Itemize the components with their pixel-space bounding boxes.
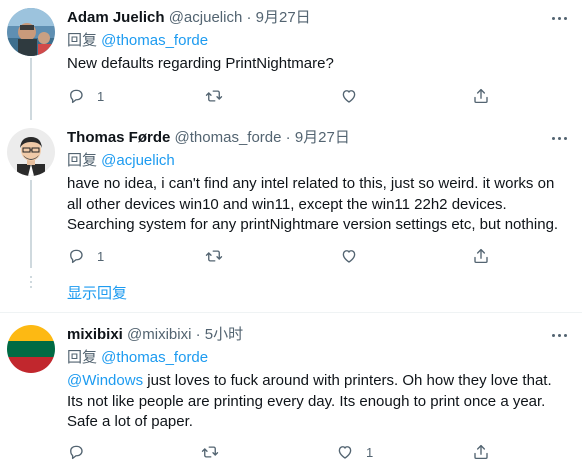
tweet-header: mixibixi @mixibixi · 5小时 <box>67 325 574 345</box>
heart-icon <box>342 250 356 263</box>
retweet-icon <box>205 90 223 102</box>
separator-dot: · <box>246 9 252 26</box>
user-handle[interactable]: @mixibixi <box>127 326 191 343</box>
reply-button[interactable] <box>67 442 97 462</box>
reply-icon <box>70 89 83 104</box>
tweet-header: Adam Juelich @acjuelich · 9月27日 <box>67 8 574 28</box>
retweet-icon <box>205 250 223 262</box>
show-replies-link[interactable]: 显示回复 <box>67 284 127 304</box>
reply-mention-link[interactable]: @acjuelich <box>101 152 175 169</box>
more-icon[interactable] <box>546 128 572 148</box>
reply-icon <box>70 249 83 264</box>
reply-prefix: 回复 <box>67 349 102 366</box>
share-button[interactable] <box>472 442 490 462</box>
reply-icon <box>70 445 83 460</box>
share-icon <box>474 248 488 264</box>
separator-dot: · <box>285 129 291 146</box>
reply-button[interactable]: 1 <box>67 86 104 106</box>
reply-prefix: 回复 <box>67 152 102 169</box>
like-button[interactable] <box>340 86 370 106</box>
share-button[interactable] <box>472 246 490 266</box>
display-name[interactable]: mixibixi <box>67 326 123 343</box>
user-handle[interactable]: @acjuelich <box>169 9 243 26</box>
avatar[interactable] <box>7 128 55 176</box>
share-icon <box>474 444 488 460</box>
reply-mention-link[interactable]: @thomas_forde <box>101 32 208 49</box>
tweet[interactable]: Adam Juelich @acjuelich · 9月27日 回复 @thom… <box>0 0 582 120</box>
separator-dot: · <box>195 326 201 343</box>
display-name[interactable]: Adam Juelich <box>67 9 165 26</box>
like-button[interactable] <box>340 246 370 266</box>
timestamp[interactable]: 9月27日 <box>256 9 311 26</box>
tweet-actions: 1 <box>67 86 497 106</box>
timestamp[interactable]: 5小时 <box>205 326 243 343</box>
mention-link[interactable]: @Windows <box>67 372 143 389</box>
like-button[interactable]: 1 <box>336 442 373 462</box>
reply-count: 1 <box>97 248 105 264</box>
tweet-actions: 1 <box>67 246 497 266</box>
like-count: 1 <box>366 444 374 460</box>
reply-context: 回复 @thomas_forde <box>67 31 574 51</box>
retweet-icon <box>201 446 219 458</box>
tweet-actions: 1 <box>67 442 497 462</box>
user-handle[interactable]: @thomas_forde <box>175 129 282 146</box>
tweet-text: have no idea, i can't find any intel rel… <box>67 175 559 233</box>
tweet-header: Thomas Førde @thomas_forde · 9月27日 <box>67 128 574 148</box>
heart-icon <box>342 90 356 103</box>
retweet-button[interactable] <box>205 86 235 106</box>
reply-context: 回复 @thomas_forde <box>67 348 574 368</box>
tweet[interactable]: mixibixi @mixibixi · 5小时 回复 @thomas_ford… <box>0 313 582 474</box>
tweet[interactable]: Thomas Førde @thomas_forde · 9月27日 回复 @a… <box>0 120 582 310</box>
share-icon <box>474 88 488 104</box>
tweet-text: New defaults regarding PrintNightmare? <box>67 55 334 72</box>
reply-mention-link[interactable]: @thomas_forde <box>101 349 208 366</box>
tweet-text: @Windows just loves to fuck around with … <box>67 371 574 433</box>
share-button[interactable] <box>472 86 490 106</box>
retweet-button[interactable] <box>205 246 235 266</box>
reply-button[interactable]: 1 <box>67 246 104 266</box>
avatar[interactable] <box>7 325 55 373</box>
retweet-button[interactable] <box>201 442 231 462</box>
reply-prefix: 回复 <box>67 32 102 49</box>
more-icon[interactable] <box>546 8 572 28</box>
display-name[interactable]: Thomas Førde <box>67 129 170 146</box>
avatar[interactable] <box>7 8 55 56</box>
reply-count: 1 <box>97 88 105 104</box>
heart-icon <box>338 446 352 459</box>
timestamp[interactable]: 9月27日 <box>295 129 350 146</box>
more-icon[interactable] <box>546 325 572 345</box>
reply-context: 回复 @acjuelich <box>67 151 574 171</box>
